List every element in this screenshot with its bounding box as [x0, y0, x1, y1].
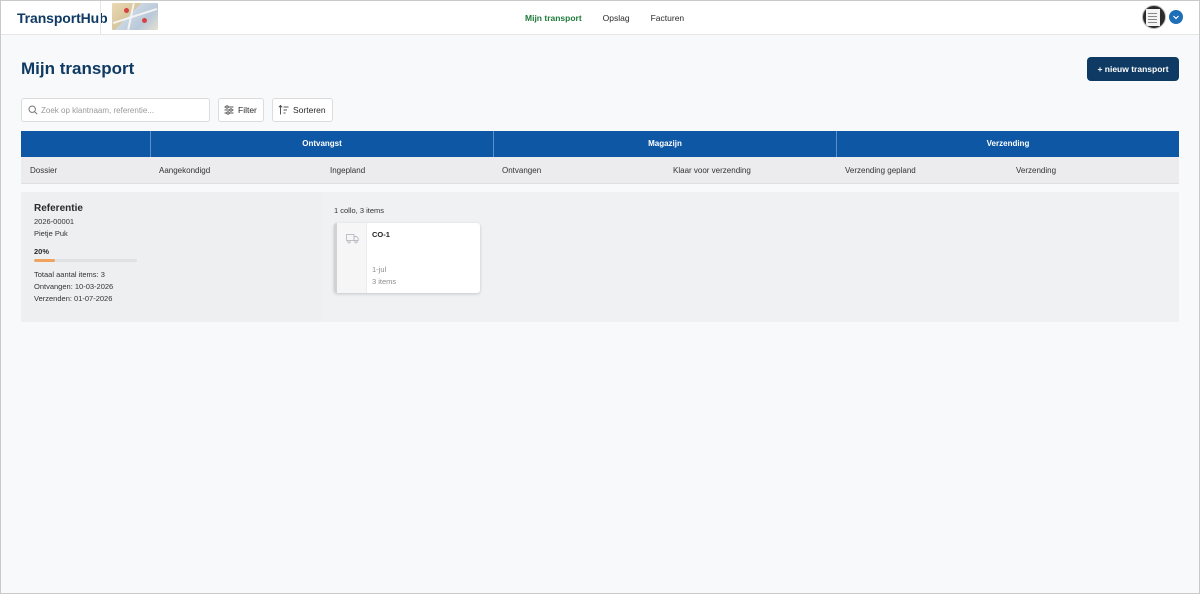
group-magazijn: Magazijn: [493, 131, 836, 157]
column-dossier: Dossier: [30, 166, 58, 175]
app-logo[interactable]: TransportHub: [17, 10, 108, 26]
map-pin-icon: [142, 18, 147, 23]
progress-label: 20%: [34, 247, 50, 256]
column-aangekondigd: Aangekondigd: [159, 166, 211, 175]
search-input[interactable]: [41, 102, 205, 118]
avatar[interactable]: [1142, 5, 1166, 29]
collo-id: CO-1: [372, 230, 390, 239]
map-road: [112, 7, 158, 25]
filter-button[interactable]: Filter: [218, 98, 264, 122]
column-verzending: Verzending: [1016, 166, 1057, 175]
document-icon: [1146, 9, 1160, 26]
nav-link-opslag[interactable]: Opslag: [603, 13, 630, 23]
group-ontvangst: Ontvangst: [150, 131, 493, 157]
dossier-info: Referentie 2026-00001 Pietje Puk 20% Tot…: [21, 192, 321, 322]
top-navigation: TransportHub Mijn transport Opslag Factu…: [1, 1, 1199, 35]
collo-items: 3 items: [372, 277, 397, 286]
truck-icon: [346, 234, 359, 244]
filter-label: Filter: [238, 105, 257, 115]
dossier-shipping-date: Verzenden: 01-07-2026: [34, 294, 113, 303]
column-klaar-voor-verzending: Klaar voor verzending: [673, 166, 751, 175]
main-nav: Mijn transport Opslag Facturen: [525, 13, 684, 23]
collo-card-icon-area: [337, 223, 367, 293]
logo-divider: [100, 1, 101, 35]
nav-link-facturen[interactable]: Facturen: [651, 13, 685, 23]
nav-link-mijn-transport[interactable]: Mijn transport: [525, 13, 582, 23]
dossier-customer: Pietje Puk: [34, 229, 68, 238]
collo-card[interactable]: CO-1 1-jul 3 items: [334, 223, 480, 293]
search-icon: [28, 105, 38, 115]
sort-button[interactable]: Sorteren: [272, 98, 333, 122]
search-box[interactable]: [21, 98, 210, 122]
dossier-number: 2026-00001: [34, 217, 75, 226]
column-ontvangen: Ontvangen: [502, 166, 542, 175]
progress-bar: [34, 259, 137, 262]
board-column-header: Dossier Aangekondigd Ingepland Ontvangen…: [21, 157, 1179, 184]
chevron-down-icon[interactable]: [1169, 10, 1183, 24]
sort-label: Sorteren: [293, 105, 326, 115]
page-title: Mijn transport: [21, 59, 135, 78]
collo-date: 1-jul: [372, 265, 387, 274]
board-group-header: Ontvangst Magazijn Verzending: [21, 131, 1179, 157]
dossier-total-items: Totaal aantal items: 3: [34, 270, 105, 279]
column-ingepland: Ingepland: [330, 166, 366, 175]
sort-icon: [278, 105, 289, 115]
sliders-icon: [224, 105, 234, 115]
map-thumbnail[interactable]: [112, 3, 158, 30]
progress-fill: [34, 259, 55, 262]
group-verzending: Verzending: [836, 131, 1179, 157]
dossier-title: Referentie: [34, 203, 83, 214]
colli-summary: 1 collo, 3 items: [334, 206, 385, 215]
column-verzending-gepland: Verzending gepland: [845, 166, 916, 175]
map-pin-icon: [124, 8, 129, 13]
new-transport-button[interactable]: + nieuw transport: [1087, 57, 1179, 81]
dossier-row[interactable]: Referentie 2026-00001 Pietje Puk 20% Tot…: [21, 192, 1179, 322]
dossier-received-date: Ontvangen: 10-03-2026: [34, 282, 114, 291]
